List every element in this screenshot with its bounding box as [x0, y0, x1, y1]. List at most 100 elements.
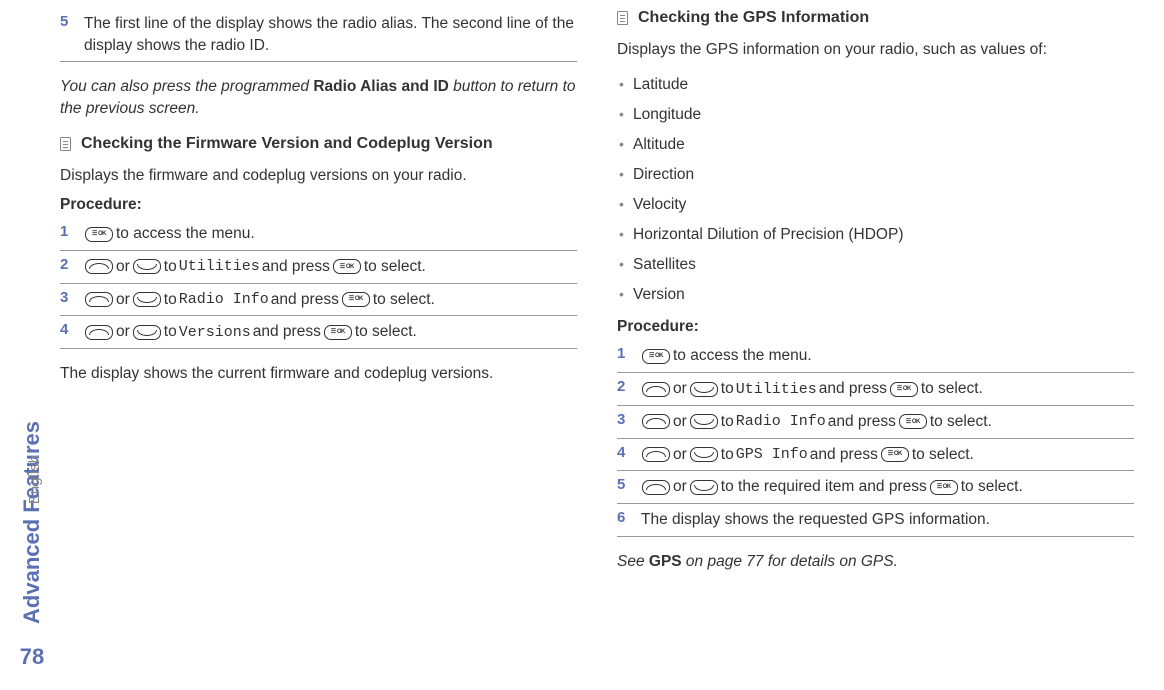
down-button-icon [690, 414, 718, 429]
txt: or [116, 289, 130, 311]
step-number: 5 [617, 476, 631, 493]
list-item: Latitude [617, 70, 1134, 100]
list-item: Longitude [617, 100, 1134, 130]
sidebar: Advanced Features 78 [12, 0, 52, 690]
page-content: 5 The first line of the display shows th… [0, 0, 1164, 606]
down-button-icon [133, 259, 161, 274]
step-number: 3 [617, 411, 631, 428]
step-text: or to Radio Info and press to select. [84, 289, 435, 311]
txt: or [673, 378, 687, 400]
step-row: 5 The first line of the display shows th… [60, 8, 577, 62]
txt: to [721, 444, 734, 466]
step-number: 3 [60, 289, 74, 306]
step-text: or to GPS Info and press to select. [641, 444, 974, 466]
menu-item: Radio Info [179, 289, 269, 310]
intro-text: Displays the firmware and codeplug versi… [60, 165, 577, 187]
list-item: Velocity [617, 190, 1134, 220]
down-button-icon [133, 292, 161, 307]
txt: to select. [930, 411, 992, 433]
menu-item: Radio Info [736, 411, 826, 432]
list-item: Version [617, 280, 1134, 310]
step-row: 1 to access the menu. [617, 340, 1134, 373]
txt: or [116, 256, 130, 278]
procedure-steps: 1 to access the menu. 2 or to Utilities … [60, 218, 577, 349]
txt: to [164, 321, 177, 343]
txt: and press [828, 411, 896, 433]
language-label: English [26, 455, 43, 504]
bullet-list: Latitude Longitude Altitude Direction Ve… [617, 70, 1134, 310]
section-title: Checking the GPS Information [638, 8, 869, 29]
txt: to select. [921, 378, 983, 400]
ok-button-icon [899, 414, 927, 429]
txt: to select. [373, 289, 435, 311]
note-pre: You can also press the programmed [60, 78, 313, 95]
step-row: 3 or to Radio Info and press to select. [617, 406, 1134, 439]
ok-button-icon [642, 349, 670, 364]
txt: to [164, 256, 177, 278]
step-text: The first line of the display shows the … [84, 13, 577, 56]
step-row: 3 or to Radio Info and press to select. [60, 284, 577, 317]
step-row: 6 The display shows the requested GPS in… [617, 504, 1134, 537]
txt: or [673, 444, 687, 466]
step-number: 2 [617, 378, 631, 395]
procedure-label: Procedure: [617, 318, 1134, 336]
ok-button-icon [324, 325, 352, 340]
txt: or [673, 476, 687, 498]
txt: and press [819, 378, 887, 400]
procedure-steps: 1 to access the menu. 2 or to Utilities … [617, 340, 1134, 536]
ok-button-icon [342, 292, 370, 307]
menu-item: Utilities [179, 256, 260, 277]
txt: to the required item and press [721, 476, 927, 498]
ok-button-icon [930, 480, 958, 495]
step-number: 6 [617, 509, 631, 526]
txt: or [673, 411, 687, 433]
ok-button-icon [333, 259, 361, 274]
step-text: or to Versions and press to select. [84, 321, 417, 343]
txt: and press [810, 444, 878, 466]
step-text: to access the menu. [641, 345, 812, 367]
section-header: Checking the GPS Information [617, 8, 1134, 29]
step-text: or to Utilities and press to select. [84, 256, 426, 278]
footnote: See GPS on page 77 for details on GPS. [617, 551, 1134, 573]
step-row: 4 or to GPS Info and press to select. [617, 439, 1134, 472]
document-icon [60, 137, 71, 151]
step-number: 2 [60, 256, 74, 273]
step-text: to access the menu. [84, 223, 255, 245]
down-button-icon [690, 382, 718, 397]
menu-item: Utilities [736, 379, 817, 400]
section-label: Advanced Features [19, 421, 45, 624]
page-number: 78 [20, 644, 44, 670]
txt: to [721, 378, 734, 400]
footnote-post: on page 77 for details on GPS. [682, 553, 898, 570]
up-button-icon [85, 259, 113, 274]
left-column: 5 The first line of the display shows th… [60, 8, 577, 586]
list-item: Horizontal Dilution of Precision (HDOP) [617, 220, 1134, 250]
menu-item: GPS Info [736, 444, 808, 465]
up-button-icon [642, 447, 670, 462]
step-text: or to Radio Info and press to select. [641, 411, 992, 433]
menu-item: Versions [179, 322, 251, 343]
section-header: Checking the Firmware Version and Codepl… [60, 134, 577, 155]
step-row: 1 to access the menu. [60, 218, 577, 251]
list-item: Satellites [617, 250, 1134, 280]
intro-text: Displays the GPS information on your rad… [617, 39, 1134, 61]
document-icon [617, 11, 628, 25]
step-text: or to Utilities and press to select. [641, 378, 983, 400]
list-item: Altitude [617, 130, 1134, 160]
up-button-icon [85, 325, 113, 340]
footnote-pre: See [617, 553, 649, 570]
down-button-icon [690, 480, 718, 495]
step-text: The display shows the requested GPS info… [641, 509, 990, 531]
txt: and press [271, 289, 339, 311]
ok-button-icon [890, 382, 918, 397]
step-row: 4 or to Versions and press to select. [60, 316, 577, 349]
ok-button-icon [881, 447, 909, 462]
step-number: 1 [617, 345, 631, 362]
note-text: You can also press the programmed Radio … [60, 76, 577, 119]
section-title: Checking the Firmware Version and Codepl… [81, 134, 493, 155]
txt: or [116, 321, 130, 343]
txt: to access the menu. [673, 345, 812, 367]
step-row: 2 or to Utilities and press to select. [60, 251, 577, 284]
step-number: 4 [617, 444, 631, 461]
list-item: Direction [617, 160, 1134, 190]
